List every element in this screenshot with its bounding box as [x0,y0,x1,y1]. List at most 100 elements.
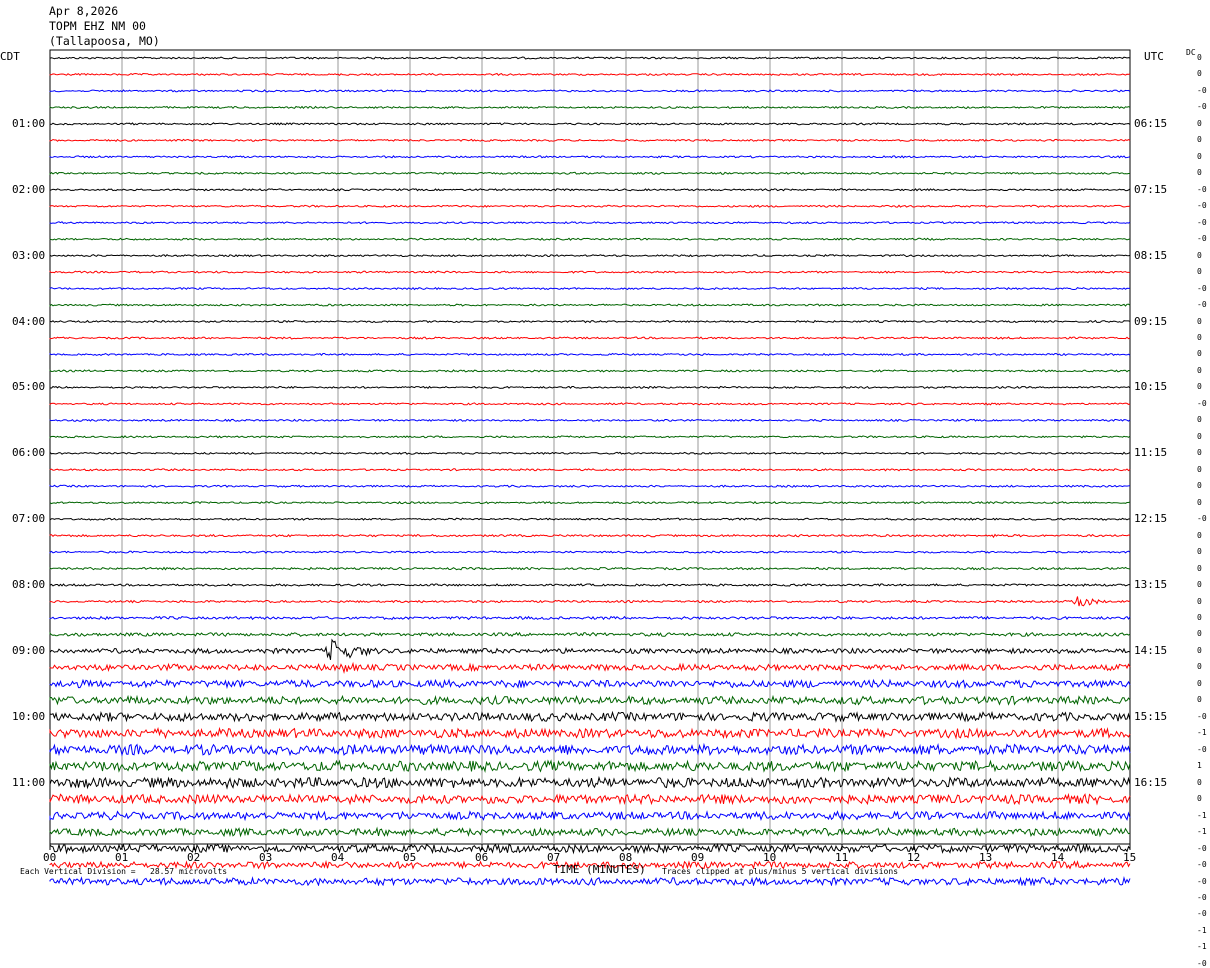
x-tick-label-14: 14 [1051,851,1065,864]
x-tick-label-12: 12 [907,851,921,864]
dc-offset-label: -0 [1197,711,1207,721]
dc-offset-label: 0 [1197,332,1202,342]
left-time-label: 04:00 [12,314,46,328]
dc-offset-label: 0 [1197,547,1202,557]
dc-offset-label: 0 [1197,695,1202,705]
x-tick-label-02: 02 [187,851,201,864]
seismic-trace-11 [49,237,1131,241]
seismic-trace-38 [49,678,1131,690]
dc-offset-label: 0 [1197,431,1202,441]
seismic-trace-5 [49,138,1131,143]
dc-offset-label: -1 [1197,827,1207,837]
right-time-label: 15:15 [1134,709,1168,723]
right-time-label: 10:15 [1134,380,1168,394]
seismic-trace-50 [49,875,1131,886]
dc-offset-label: -0 [1197,398,1207,408]
seismic-trace-16 [49,319,1131,324]
right-time-label: 06:15 [1134,116,1168,130]
right-time-label: 13:15 [1134,578,1168,592]
seismic-trace-12 [49,253,1131,258]
dc-offset-label: 0 [1197,612,1202,622]
seismic-trace-43 [49,759,1131,774]
x-tick-label-04: 04 [331,851,345,864]
seismic-trace-7 [49,171,1130,176]
dc-header: DC [1186,48,1196,57]
dc-offset-label: 0 [1197,168,1202,178]
seismic-trace-29 [49,533,1131,539]
x-tick-label-00: 00 [43,851,57,864]
seismic-trace-22 [49,418,1131,422]
right-time-label: 09:15 [1134,314,1168,328]
seismic-trace-18 [49,352,1131,357]
seismic-trace-35 [49,631,1131,638]
seismic-trace-2 [49,89,1131,93]
right-time-label: 12:15 [1134,512,1168,526]
dc-offset-label: 0 [1197,777,1202,787]
seismic-traces [49,56,1131,886]
right-time-label: 14:15 [1134,643,1168,657]
dc-offset-label: 0 [1197,415,1202,425]
dc-offset-label: -0 [1197,184,1207,194]
x-tick-label-06: 06 [475,851,489,864]
left-time-label: 07:00 [12,512,46,526]
dc-offset-label: -1 [1197,728,1207,738]
seismic-trace-31 [49,566,1131,571]
seismic-trace-13 [49,270,1131,274]
seismic-trace-23 [49,435,1131,439]
dc-offset-label: -0 [1197,201,1207,211]
seismic-trace-24 [49,451,1131,455]
dc-offset-label: 0 [1197,580,1202,590]
seismic-trace-6 [49,155,1131,159]
seismic-trace-42 [49,742,1131,757]
clip-note: Traces clipped at plus/minus 5 vertical … [662,867,899,876]
dc-offset-label: -1 [1197,942,1207,952]
dc-offset-label: 0 [1197,448,1202,458]
dc-offset-label: 0 [1197,530,1202,540]
seismic-trace-28 [49,517,1131,521]
dc-offset-label: 0 [1197,316,1202,326]
x-tick-label-05: 05 [403,851,417,864]
seismic-trace-4 [49,122,1131,126]
dc-offset-label: 0 [1197,382,1202,392]
seismic-trace-41 [49,726,1131,740]
dc-offset-label: 0 [1197,629,1202,639]
minute-gridlines [121,50,1059,844]
dc-offset-label: -0 [1197,843,1207,853]
x-tick-label-03: 03 [259,851,273,864]
dc-offset-label: 0 [1197,563,1202,573]
dc-offset-label: 0 [1197,497,1202,507]
right-timezone: UTC [1144,50,1164,63]
dc-offset-label: 0 [1197,69,1202,79]
seismic-trace-48 [49,842,1131,855]
dc-offset-label: 1 [1197,761,1202,771]
dc-offset-label: -1 [1197,810,1207,820]
x-tick-label-09: 09 [691,851,705,864]
dc-offset-label: 0 [1197,267,1202,277]
left-time-label: 01:00 [12,116,46,130]
seismic-trace-9 [49,204,1131,208]
dc-offset-label: 0 [1197,645,1202,655]
dc-offset-label: -0 [1197,102,1207,112]
dc-offset-label: -1 [1197,925,1207,935]
seismic-trace-21 [49,402,1131,406]
dc-offset-label: -0 [1197,234,1207,244]
dc-offset-label: -0 [1197,892,1207,902]
dc-offset-label: -0 [1197,300,1207,310]
seismic-trace-17 [49,336,1131,340]
dc-offset-label: -0 [1197,958,1207,968]
header-date: Apr 8,2026 [49,4,119,18]
seismic-trace-37 [49,661,1131,674]
dc-offset-label: 0 [1197,151,1202,161]
left-time-label: 02:00 [12,182,46,196]
dc-offset-label: -0 [1197,909,1207,919]
left-time-label: 11:00 [12,775,46,789]
seismic-trace-40 [49,710,1131,723]
seismic-trace-26 [49,484,1131,488]
dc-offset-label: -0 [1197,860,1207,870]
x-tick-label-01: 01 [115,851,129,864]
plot-frame [49,49,1131,845]
dc-offset-label: 0 [1197,349,1202,359]
dc-offset-label: 0 [1197,596,1202,606]
seismic-trace-14 [49,286,1131,291]
helicorder-plot [49,49,1131,886]
